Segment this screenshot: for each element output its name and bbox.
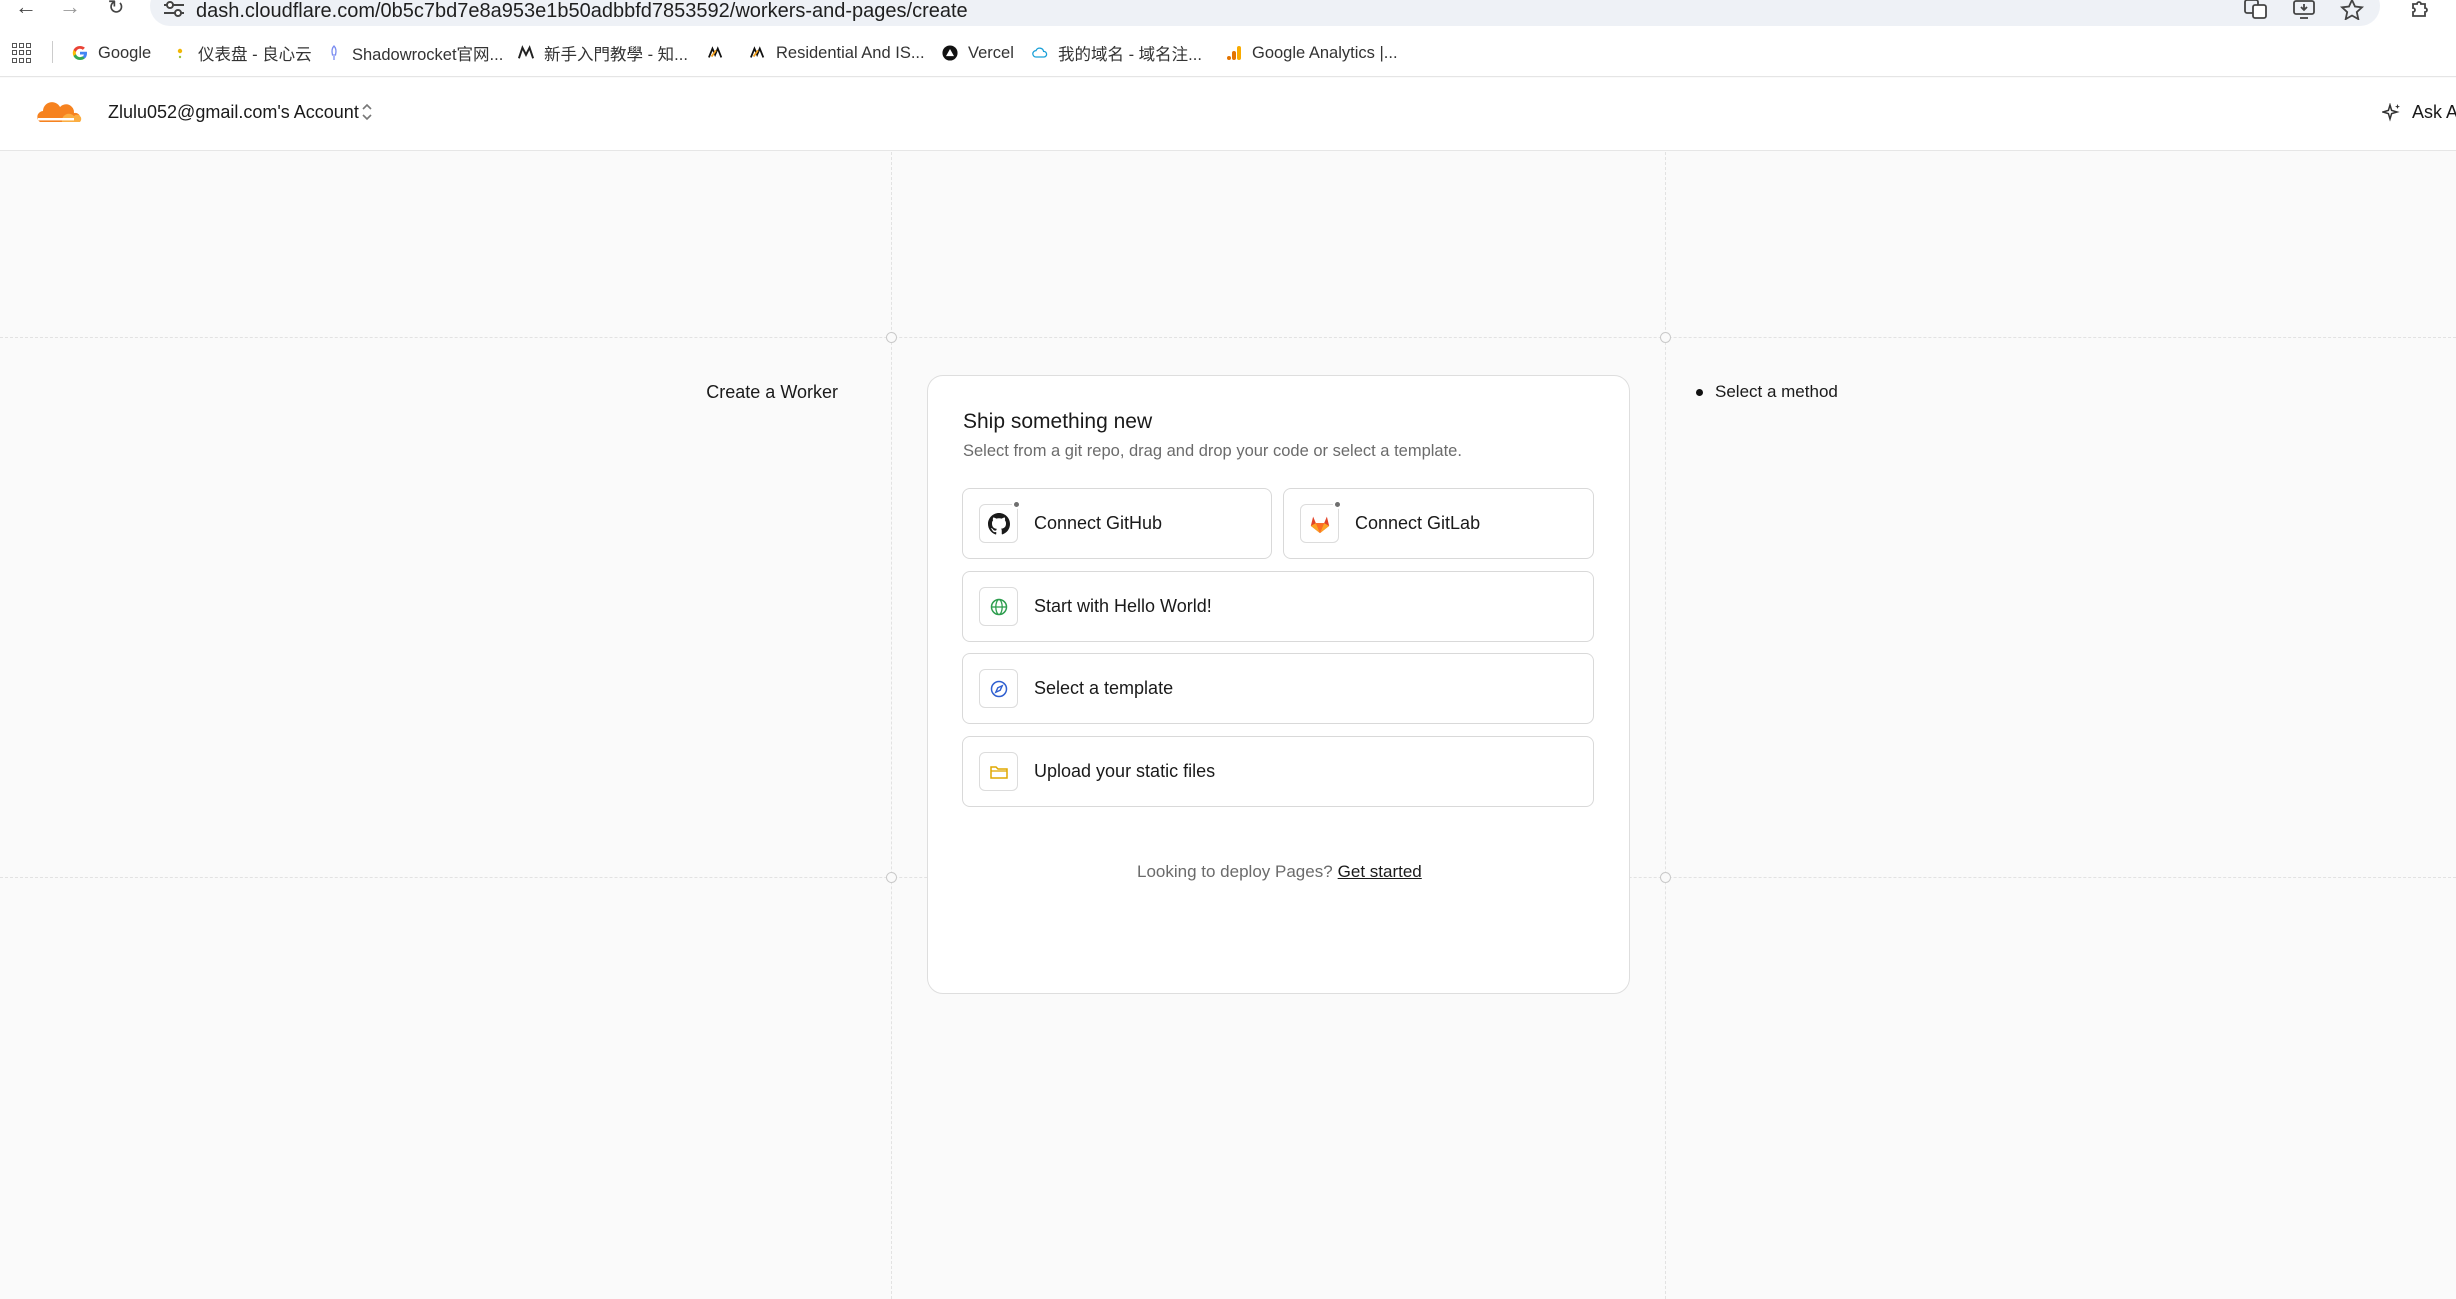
bookmark-tutorial[interactable]: 新手入門教學 - 知... xyxy=(518,41,688,65)
gitlab-icon xyxy=(1300,500,1342,543)
github-icon xyxy=(979,500,1021,543)
bookmark-label: Vercel xyxy=(968,43,1014,62)
bookmark-shadowrocket[interactable]: Shadowrocket官网... xyxy=(326,41,503,65)
chevron-up-down-icon[interactable] xyxy=(360,100,374,124)
extensions-icon[interactable] xyxy=(2408,0,2432,20)
step-label: Select a method xyxy=(1715,382,1838,401)
bookmark-label: 新手入門教學 - 知... xyxy=(544,46,688,64)
back-arrow-icon[interactable]: ← xyxy=(12,0,40,19)
create-worker-card: Ship something new Select from a git rep… xyxy=(927,375,1630,994)
option-label: Start with Hello World! xyxy=(1034,596,1212,616)
step-bullet-icon xyxy=(1696,388,1703,396)
upload-static-files-button[interactable]: Upload your static files xyxy=(962,736,1594,807)
bookmarks-bar: Google 仪表盘 - 良心云 Shadowrocket官网... 新手入門教… xyxy=(0,27,2456,77)
get-started-link[interactable]: Get started xyxy=(1338,862,1422,881)
bookmark-residential[interactable]: Residential And IS... xyxy=(750,41,925,65)
bookmark-label: 仪表盘 - 良心云 xyxy=(198,46,312,64)
dashboard-header: Zlulu052@gmail.com's Account Ask A xyxy=(0,78,2456,151)
hello-world-button[interactable]: Start with Hello World! xyxy=(962,571,1594,642)
deploy-pages-text: Looking to deploy Pages? xyxy=(1137,862,1333,881)
ask-ai-button[interactable]: Ask A xyxy=(2382,102,2456,123)
cloud-icon xyxy=(1032,45,1048,61)
option-label: Connect GitHub xyxy=(1034,513,1163,533)
dot-icon xyxy=(172,45,188,61)
browser-toolbar: ← → ↻ dash.cloudflare.com/0b5c7bd7e8a953… xyxy=(0,0,2456,27)
guide-line xyxy=(0,337,2456,338)
bookmark-star-icon[interactable] xyxy=(2339,0,2365,21)
select-template-button[interactable]: Select a template xyxy=(962,653,1594,724)
guide-corner xyxy=(886,332,897,343)
m-logo-icon xyxy=(518,45,534,61)
forward-arrow-icon[interactable]: → xyxy=(56,0,84,19)
install-app-icon[interactable] xyxy=(2292,0,2316,20)
cloudflare-logo-icon[interactable] xyxy=(34,98,82,124)
account-switcher[interactable]: Zlulu052@gmail.com's Account xyxy=(108,102,359,123)
guide-line xyxy=(1665,152,1666,1299)
bookmark-label: Residential And IS... xyxy=(776,43,925,62)
external-indicator-dot xyxy=(1012,500,1021,509)
bookmark-orange-logo[interactable] xyxy=(708,41,734,65)
bookmark-google-analytics[interactable]: Google Analytics |... xyxy=(1226,41,1398,65)
step-indicator: Select a method xyxy=(1696,382,1838,402)
bookmark-label: 我的域名 - 域名注... xyxy=(1058,46,1202,64)
bookmark-label: Shadowrocket官网... xyxy=(352,46,504,64)
ask-ai-label: Ask A xyxy=(2412,102,2456,122)
folder-icon xyxy=(979,752,1018,791)
connect-gitlab-button[interactable]: Connect GitLab xyxy=(1283,488,1594,559)
sparkle-icon xyxy=(2382,102,2400,122)
bookmark-label: Google xyxy=(98,43,152,62)
option-label: Connect GitLab xyxy=(1355,513,1481,533)
bookmark-label: Google Analytics |... xyxy=(1252,43,1398,62)
rocket-icon xyxy=(326,45,342,61)
orange-logo-icon xyxy=(708,45,724,61)
reload-icon[interactable]: ↻ xyxy=(102,0,130,19)
bookmark-liangxinyun[interactable]: 仪表盘 - 良心云 xyxy=(172,41,312,65)
guide-corner xyxy=(886,872,897,883)
address-bar[interactable]: dash.cloudflare.com/0b5c7bd7e8a953e1b50a… xyxy=(150,0,2380,26)
card-subtitle: Select from a git repo, drag and drop yo… xyxy=(963,442,1462,460)
guide-line xyxy=(891,152,892,1299)
orange-logo-icon xyxy=(750,45,766,61)
option-label: Upload your static files xyxy=(1034,761,1216,781)
main-canvas: Create a Worker Select a method Ship som… xyxy=(0,152,2456,1299)
apps-grid-icon[interactable] xyxy=(12,43,32,63)
external-indicator-dot xyxy=(1333,500,1342,509)
guide-corner xyxy=(1660,332,1671,343)
bookmark-domains[interactable]: 我的域名 - 域名注... xyxy=(1032,41,1202,65)
deploy-pages-note: Looking to deploy Pages? Get started xyxy=(1137,862,1422,882)
bookmark-google[interactable]: Google xyxy=(72,41,151,65)
guide-corner xyxy=(1660,872,1671,883)
bookmark-vercel[interactable]: Vercel xyxy=(942,41,1014,65)
url-text[interactable]: dash.cloudflare.com/0b5c7bd7e8a953e1b50a… xyxy=(196,0,968,23)
globe-icon xyxy=(979,587,1018,626)
analytics-icon xyxy=(1226,45,1242,61)
card-title: Ship something new xyxy=(963,410,1153,433)
translate-icon[interactable] xyxy=(2244,0,2268,20)
site-settings-icon[interactable] xyxy=(162,0,186,18)
page-title: Create a Worker xyxy=(706,382,838,402)
compass-icon xyxy=(979,669,1018,708)
connect-github-button[interactable]: Connect GitHub xyxy=(962,488,1272,559)
bookmarks-separator xyxy=(52,41,53,63)
option-label: Select a template xyxy=(1034,678,1174,698)
vercel-icon xyxy=(942,45,958,61)
google-icon xyxy=(72,45,88,61)
